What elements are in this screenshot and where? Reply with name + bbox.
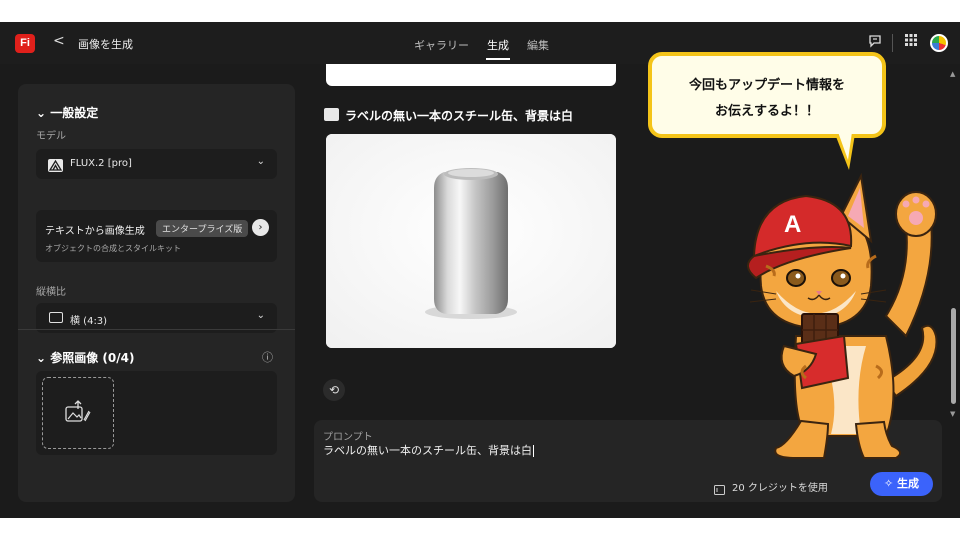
speech-bubble-tail-inner bbox=[838, 132, 852, 160]
prompt-text: ラベルの無い一本のスチール缶、背景は白 bbox=[323, 444, 532, 457]
previous-image-edge[interactable] bbox=[326, 64, 616, 86]
tab-gallery[interactable]: ギャラリー bbox=[414, 37, 469, 53]
cap-letter: A bbox=[784, 211, 801, 238]
chevron-right-icon[interactable]: › bbox=[252, 219, 269, 236]
mode-tabs: ギャラリー 生成 編集 bbox=[414, 37, 549, 60]
bubble-line-2: お伝えするよ！！ bbox=[714, 104, 819, 119]
back-button[interactable]: < bbox=[53, 33, 65, 49]
section-divider bbox=[18, 329, 295, 330]
aspect-label: 縦横比 bbox=[36, 287, 66, 298]
chevron-down-icon: ⌄ bbox=[36, 106, 51, 120]
page-title: 画像を生成 bbox=[78, 38, 133, 51]
aspect-value: 横 (4:3) bbox=[70, 316, 108, 327]
bubble-line-1: 今回もアップデート情報を bbox=[688, 78, 845, 93]
chevron-down-icon: ⌄ bbox=[256, 156, 265, 167]
cat-mascot-illustration: A bbox=[736, 166, 958, 466]
chevron-down-icon: ⌄ bbox=[256, 310, 265, 321]
settings-panel: ⌄ 一般設定 モデル FLUX.2 [pro] ⌄ テキストから画像生成 エンタ… bbox=[18, 84, 295, 502]
history-icon[interactable]: ⟲ bbox=[323, 379, 345, 401]
reference-header[interactable]: ⌄ 参照画像 (0/4) bbox=[36, 349, 134, 366]
flux-logo-icon bbox=[48, 157, 63, 176]
landscape-icon bbox=[49, 312, 63, 323]
general-settings-header[interactable]: ⌄ 一般設定 bbox=[36, 104, 98, 121]
generate-label: 生成 bbox=[897, 477, 920, 490]
result-prompt-heading: ラベルの無い一本のスチール缶、背景は白 bbox=[345, 109, 574, 123]
feedback-icon[interactable] bbox=[868, 34, 882, 52]
sparkle-icon: ✧ bbox=[883, 477, 898, 490]
enterprise-badge: エンタープライズ版 bbox=[156, 220, 249, 237]
model-select[interactable]: FLUX.2 [pro] ⌄ bbox=[36, 149, 277, 179]
chevron-down-icon: ⌄ bbox=[36, 351, 51, 365]
credits-icon bbox=[714, 480, 725, 499]
firefly-logo[interactable]: Fi bbox=[15, 34, 35, 53]
generated-image[interactable] bbox=[326, 134, 616, 348]
model-label: モデル bbox=[36, 131, 66, 142]
general-settings-title: 一般設定 bbox=[50, 106, 99, 120]
user-avatar[interactable] bbox=[930, 34, 948, 52]
reference-area bbox=[36, 371, 277, 455]
mode-subtitle: オブジェクトの合成とスタイルキット bbox=[45, 244, 181, 253]
mode-title: テキストから画像生成 bbox=[45, 226, 145, 237]
upload-reference-button[interactable] bbox=[42, 377, 114, 449]
credits-usage: 20 クレジットを使用 bbox=[732, 483, 828, 494]
tab-generate[interactable]: 生成 bbox=[486, 37, 510, 60]
generation-mode-card[interactable]: テキストから画像生成 エンタープライズ版 › オブジェクトの合成とスタイルキット bbox=[36, 210, 277, 262]
image-upload-icon bbox=[65, 400, 91, 428]
model-value: FLUX.2 [pro] bbox=[70, 158, 132, 169]
app-grid-icon[interactable] bbox=[905, 34, 917, 50]
text-caret bbox=[533, 445, 534, 457]
toolbar-divider bbox=[892, 34, 893, 52]
info-icon[interactable]: ⓘ bbox=[262, 349, 273, 365]
flux-logo-icon bbox=[324, 108, 339, 121]
tab-edit[interactable]: 編集 bbox=[527, 37, 549, 53]
generate-button[interactable]: ✧ 生成 bbox=[870, 472, 933, 496]
prompt-label: プロンプト bbox=[323, 432, 373, 443]
scroll-up-arrow[interactable]: ▲ bbox=[950, 70, 955, 78]
speech-bubble: 今回もアップデート情報を お伝えするよ！！ bbox=[648, 52, 886, 138]
prompt-input[interactable]: ラベルの無い一本のスチール缶、背景は白 bbox=[323, 442, 534, 458]
reference-title: 参照画像 (0/4) bbox=[50, 351, 135, 365]
